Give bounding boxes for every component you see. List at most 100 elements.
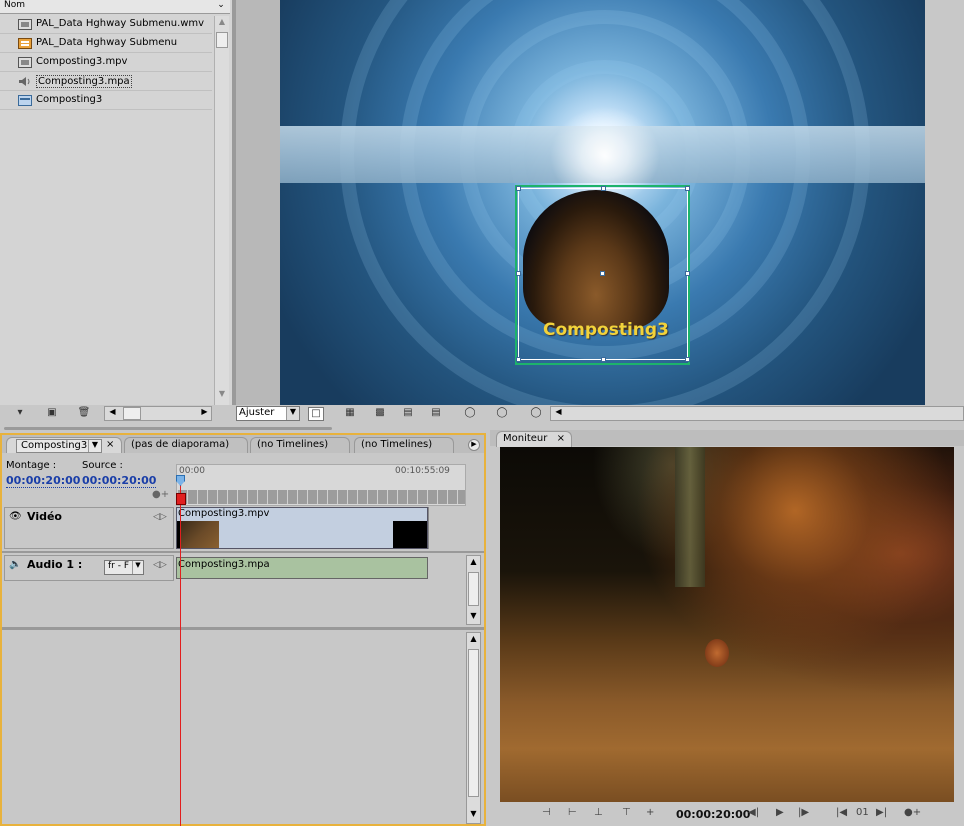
chapter-marker[interactable] (176, 493, 186, 505)
timeline-icon (18, 95, 32, 106)
trim-in-icon[interactable]: ⊣ (542, 807, 551, 818)
scroll-down-icon[interactable]: ▼ (468, 611, 479, 622)
project-item[interactable]: Composting3.mpv (0, 53, 212, 72)
audio-file-icon (19, 77, 30, 86)
tab-no-timelines[interactable]: (no Timelines) (354, 437, 454, 453)
timeline-scrollbar[interactable]: ▲ ▼ (466, 632, 481, 824)
project-item[interactable]: PAL_Data Hghway Submenu.wmv (0, 15, 212, 34)
preview-hscroll[interactable]: ◀ (550, 406, 964, 421)
source-timecode[interactable]: 00:00:20:00 (82, 474, 157, 488)
tab-slideshow[interactable]: (pas de diaporama) (124, 437, 248, 453)
scroll-down-icon[interactable]: ▼ (216, 389, 228, 401)
track-nav-icon[interactable]: ◁▷ (153, 560, 167, 570)
button-title[interactable]: Composting3 (543, 320, 669, 340)
project-column-header[interactable]: Nom ⌄ (0, 0, 230, 14)
group-icon[interactable]: ▩ (372, 407, 388, 421)
audio-clip[interactable]: Composting3.mpa (176, 557, 428, 579)
normal-state-icon[interactable]: ◯ (494, 407, 510, 421)
monitor-timecode[interactable]: 00:00:20:00 (676, 808, 750, 821)
scroll-thumb[interactable] (123, 407, 141, 420)
scroll-up-icon[interactable]: ▲ (468, 634, 479, 645)
project-hscroll[interactable]: ◀ ▶ (104, 406, 212, 421)
audio-track-header[interactable]: 🔈 Audio 1 : ◁▷ (4, 555, 174, 581)
tab-scroll-right-icon[interactable]: ▶ (468, 439, 480, 451)
source-label: Source : (82, 460, 123, 471)
project-panel: Nom ⌄ PAL_Data Hghway Submenu.wmv PAL_Da… (0, 0, 232, 405)
new-item-icon[interactable]: ▣ (44, 407, 60, 421)
highlight-icon[interactable]: ◯ (462, 407, 478, 421)
marker-icon[interactable]: ⊤ (622, 807, 631, 818)
scroll-down-icon[interactable]: ▼ (468, 809, 479, 820)
center-handle[interactable] (600, 271, 605, 276)
chevron-down-icon[interactable]: ▼ (132, 561, 143, 574)
scroll-thumb[interactable] (468, 572, 479, 606)
video-track-empty (428, 507, 466, 549)
play-icon[interactable]: ▶ (776, 807, 784, 818)
resize-handle[interactable] (516, 271, 521, 276)
timeline-panel: Composting3 ▼ × (pas de diaporama) (no T… (0, 433, 486, 826)
add-marker-icon[interactable]: + (646, 807, 654, 818)
project-item[interactable]: PAL_Data Hghway Submenu (0, 34, 212, 53)
grid-icon[interactable]: ▦ (342, 407, 358, 421)
step-back-icon[interactable]: ◀| (748, 807, 759, 818)
track-nav-icon[interactable]: ◁▷ (153, 512, 167, 522)
marker-add-icon[interactable]: ●+ (152, 489, 169, 500)
resize-handle[interactable] (516, 186, 521, 191)
menu-icon (18, 38, 32, 49)
speaker-icon[interactable]: 🔈 (9, 559, 21, 570)
scroll-left-icon[interactable]: ◀ (552, 407, 565, 420)
distribute-icon[interactable]: ▤ (428, 407, 444, 421)
video-track-header[interactable]: 👁 Vidéo ◁▷ (4, 507, 174, 549)
close-icon[interactable]: × (557, 433, 565, 444)
scroll-thumb[interactable] (216, 32, 228, 48)
audio-clip-label: Composting3.mpa (178, 559, 270, 570)
align-icon[interactable]: ▤ (400, 407, 416, 421)
split-icon[interactable]: ⊥ (594, 807, 603, 818)
eye-icon[interactable]: 👁 (9, 511, 22, 522)
activated-state-icon[interactable]: ◯ (528, 407, 544, 421)
project-item-label: PAL_Data Hghway Submenu (36, 37, 178, 48)
audio-language-select[interactable]: fr - F ▼ (104, 560, 144, 575)
panel-splitter[interactable] (232, 0, 280, 405)
audio-track-label: Audio 1 : (27, 558, 83, 571)
prev-chapter-icon[interactable]: |◀ (836, 807, 847, 818)
scroll-up-icon[interactable]: ▲ (216, 17, 228, 29)
montage-timecode[interactable]: 00:00:20:00 (6, 474, 81, 488)
project-toolbar: ▾ ▣ 🗑 ◀ ▶ (0, 405, 232, 423)
resize-handle[interactable] (685, 357, 690, 362)
chevron-down-icon[interactable]: ▼ (286, 407, 299, 420)
filter-icon[interactable]: ▾ (12, 407, 28, 421)
scroll-up-icon[interactable]: ▲ (468, 557, 479, 568)
close-icon[interactable]: × (106, 439, 114, 450)
resize-handle[interactable] (685, 186, 690, 191)
trim-out-icon[interactable]: ⊢ (568, 807, 577, 818)
chevron-down-icon[interactable]: ⌄ (214, 0, 228, 14)
project-item-label: Composting3.mpv (36, 56, 128, 67)
fit-select[interactable]: Ajuster ▼ (236, 406, 300, 421)
chevron-down-icon[interactable]: ▼ (88, 440, 101, 452)
audio-scrollbar[interactable]: ▲ ▼ (466, 555, 481, 625)
tab-no-timelines[interactable]: (no Timelines) (250, 437, 350, 453)
scroll-left-icon[interactable]: ◀ (106, 407, 119, 420)
resize-handle[interactable] (685, 271, 690, 276)
project-scrollbar[interactable]: ▲ ▼ (214, 16, 229, 405)
safe-area-icon[interactable]: □ (308, 407, 324, 421)
name-column-label: Nom (4, 0, 26, 10)
time-ruler[interactable]: 00:00 00:10:55:09 (176, 464, 466, 506)
project-item[interactable]: Composting3.mpa (0, 72, 212, 91)
tab-monitor[interactable]: Moniteur × (496, 431, 572, 447)
resize-handle[interactable] (516, 357, 521, 362)
trash-icon[interactable]: 🗑 (76, 407, 92, 421)
next-chapter-icon[interactable]: ▶| (876, 807, 887, 818)
resize-handle[interactable] (601, 186, 606, 191)
timeline-select[interactable]: Composting3 ▼ (16, 439, 102, 453)
add-chapter-icon[interactable]: ●+ (904, 807, 921, 818)
step-forward-icon[interactable]: |▶ (798, 807, 809, 818)
project-item[interactable]: Composting3 (0, 91, 212, 110)
timeline-splitter[interactable] (0, 424, 486, 432)
video-clip[interactable]: Composting3.mpv (176, 507, 428, 549)
monitor-panel: Moniteur × ⊣ ⊢ ⊥ ⊤ + 00:00:20:00 ◀| ▶ |▶… (490, 430, 964, 826)
scroll-thumb[interactable] (468, 649, 479, 797)
resize-handle[interactable] (601, 357, 606, 362)
scroll-right-icon[interactable]: ▶ (198, 407, 211, 420)
